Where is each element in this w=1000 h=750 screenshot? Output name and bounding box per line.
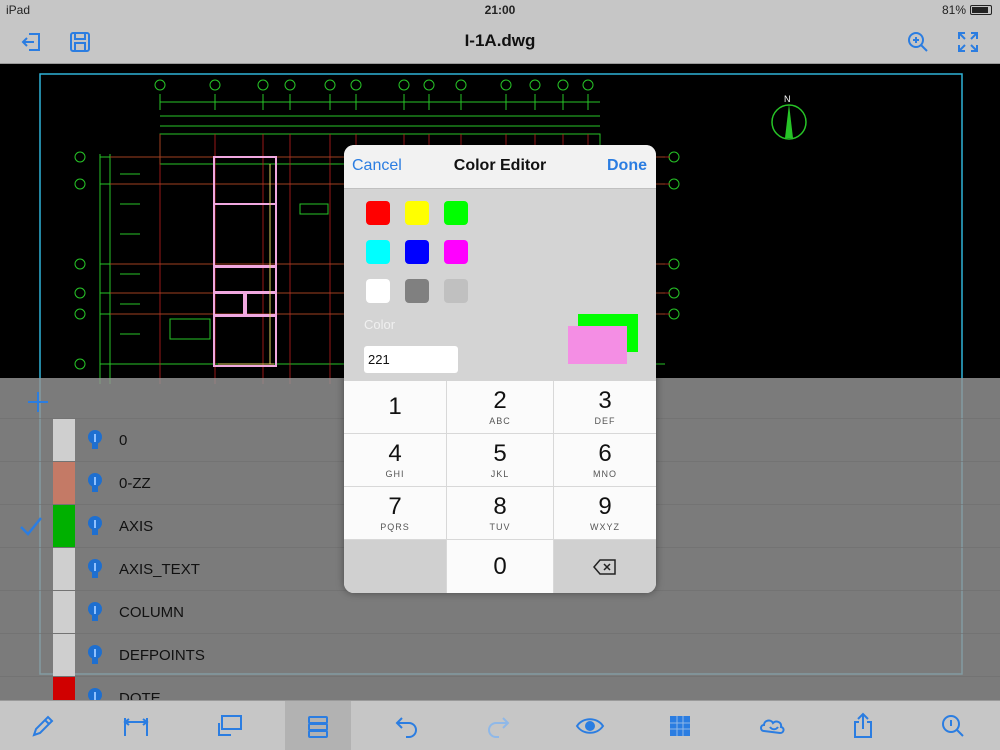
key-letters: TUV: [489, 522, 511, 532]
key-5[interactable]: 5 JKL: [447, 434, 553, 486]
layer-name: AXIS: [119, 518, 154, 535]
key-letters: JKL: [490, 469, 510, 479]
new-color-preview: [568, 326, 627, 364]
battery-percent: 81%: [941, 3, 966, 17]
done-button[interactable]: Done: [607, 157, 647, 175]
key-digit: 6: [598, 440, 612, 467]
eye-icon[interactable]: [557, 701, 623, 750]
key-digit: 4: [388, 440, 402, 467]
lightbulb-icon[interactable]: [86, 558, 104, 580]
pencil-icon[interactable]: [10, 701, 76, 750]
share-icon[interactable]: [830, 701, 896, 750]
bottom-toolbar: [0, 700, 1000, 750]
lightbulb-icon[interactable]: [86, 472, 104, 494]
key-digit: 1: [388, 393, 402, 420]
key-digit: 2: [493, 387, 507, 414]
key-1[interactable]: 1: [344, 381, 446, 433]
color-swatch-gray[interactable]: [405, 279, 429, 303]
color-index-label: Color: [364, 317, 396, 332]
lightbulb-icon[interactable]: [86, 644, 104, 666]
layer-row-column[interactable]: COLUMN: [0, 590, 1000, 633]
color-swatch-green[interactable]: [444, 201, 468, 225]
lightbulb-icon[interactable]: [86, 515, 104, 537]
layer-color-swatch[interactable]: [53, 462, 75, 504]
battery-indicator: 81%: [942, 3, 992, 17]
color-editor-header: Cancel Color Editor Done: [344, 145, 656, 189]
nav-bar: I-1A.dwg: [0, 20, 1000, 64]
layer-name: DEFPOINTS: [119, 647, 205, 664]
layer-color-swatch[interactable]: [53, 505, 75, 547]
layer-name: 0: [119, 432, 128, 449]
key-digit: 8: [493, 493, 507, 520]
zoom-window-icon[interactable]: [920, 701, 986, 750]
numeric-keypad: 1 2 ABC 3 DEF 4 GHI 5 JKL 6 MNO 7 PQRS 8…: [344, 381, 656, 593]
layer-color-swatch[interactable]: [53, 548, 75, 590]
cancel-button[interactable]: Cancel: [352, 157, 402, 175]
battery-icon: [970, 5, 992, 15]
key-letters: WXYZ: [590, 522, 620, 532]
undo-icon[interactable]: [374, 701, 440, 750]
layer-color-swatch[interactable]: [53, 419, 75, 461]
color-swatch-magenta[interactable]: [444, 240, 468, 264]
layer-color-swatch[interactable]: [53, 591, 75, 633]
grid-icon[interactable]: [647, 701, 713, 750]
add-layer-icon[interactable]: [26, 390, 50, 414]
delete-key[interactable]: [554, 540, 656, 593]
lightbulb-icon[interactable]: [86, 429, 104, 451]
redo-icon[interactable]: [465, 701, 531, 750]
dimension-icon[interactable]: [103, 701, 169, 750]
key-digit: 3: [598, 387, 612, 414]
key-0[interactable]: 0: [447, 540, 553, 593]
color-swatch-red[interactable]: [366, 201, 390, 225]
cloud-markup-icon[interactable]: [740, 701, 806, 750]
key-2[interactable]: 2 ABC: [447, 381, 553, 433]
north-arrow-icon: N: [771, 94, 807, 140]
key-6[interactable]: 6 MNO: [554, 434, 656, 486]
key-letters: DEF: [594, 416, 616, 426]
markup-icon[interactable]: [197, 701, 263, 750]
clock: 21:00: [484, 3, 516, 17]
document-title: I-1A.dwg: [464, 31, 536, 50]
key-7[interactable]: 7 PQRS: [344, 487, 446, 539]
color-swatch-yellow[interactable]: [405, 201, 429, 225]
color-swatch-blue[interactable]: [405, 240, 429, 264]
lightbulb-icon[interactable]: [86, 601, 104, 623]
color-index-input[interactable]: [364, 346, 458, 373]
key-digit: 9: [598, 493, 612, 520]
layer-name: 0-ZZ: [119, 475, 151, 492]
color-editor-popover: Cancel Color Editor Done Color 1 2 ABC 3: [344, 145, 656, 593]
key-8[interactable]: 8 TUV: [447, 487, 553, 539]
layer-name: AXIS_TEXT: [119, 561, 200, 578]
zoom-extents-icon[interactable]: [904, 28, 932, 56]
key-digit: 7: [388, 493, 402, 520]
color-swatch-cyan[interactable]: [366, 240, 390, 264]
app-window: iPad 21:00 81% I-1A.dwg N 0 0-ZZ AXIS AX…: [0, 0, 1000, 750]
color-swatch-white[interactable]: [366, 279, 390, 303]
layer-color-swatch[interactable]: [53, 634, 75, 676]
fullscreen-icon[interactable]: [954, 28, 982, 56]
key-letters: MNO: [593, 469, 617, 479]
key-9[interactable]: 9 WXYZ: [554, 487, 656, 539]
layers-icon[interactable]: [285, 701, 351, 750]
key-3[interactable]: 3 DEF: [554, 381, 656, 433]
checkmark-icon: [18, 514, 44, 538]
layer-row-defpoints[interactable]: DEFPOINTS: [0, 633, 1000, 676]
key-letters: ABC: [489, 416, 511, 426]
key-letters: PQRS: [380, 522, 410, 532]
key-4[interactable]: 4 GHI: [344, 434, 446, 486]
svg-text:N: N: [784, 94, 791, 104]
layer-name: COLUMN: [119, 604, 185, 621]
key-digit: 5: [493, 440, 507, 467]
key-letters: GHI: [385, 469, 405, 479]
backspace-icon: [593, 558, 616, 575]
status-bar: iPad 21:00 81%: [0, 0, 1000, 20]
key-digit: 0: [493, 552, 507, 580]
key-blank: [344, 540, 446, 593]
color-swatch-light-gray[interactable]: [444, 279, 468, 303]
